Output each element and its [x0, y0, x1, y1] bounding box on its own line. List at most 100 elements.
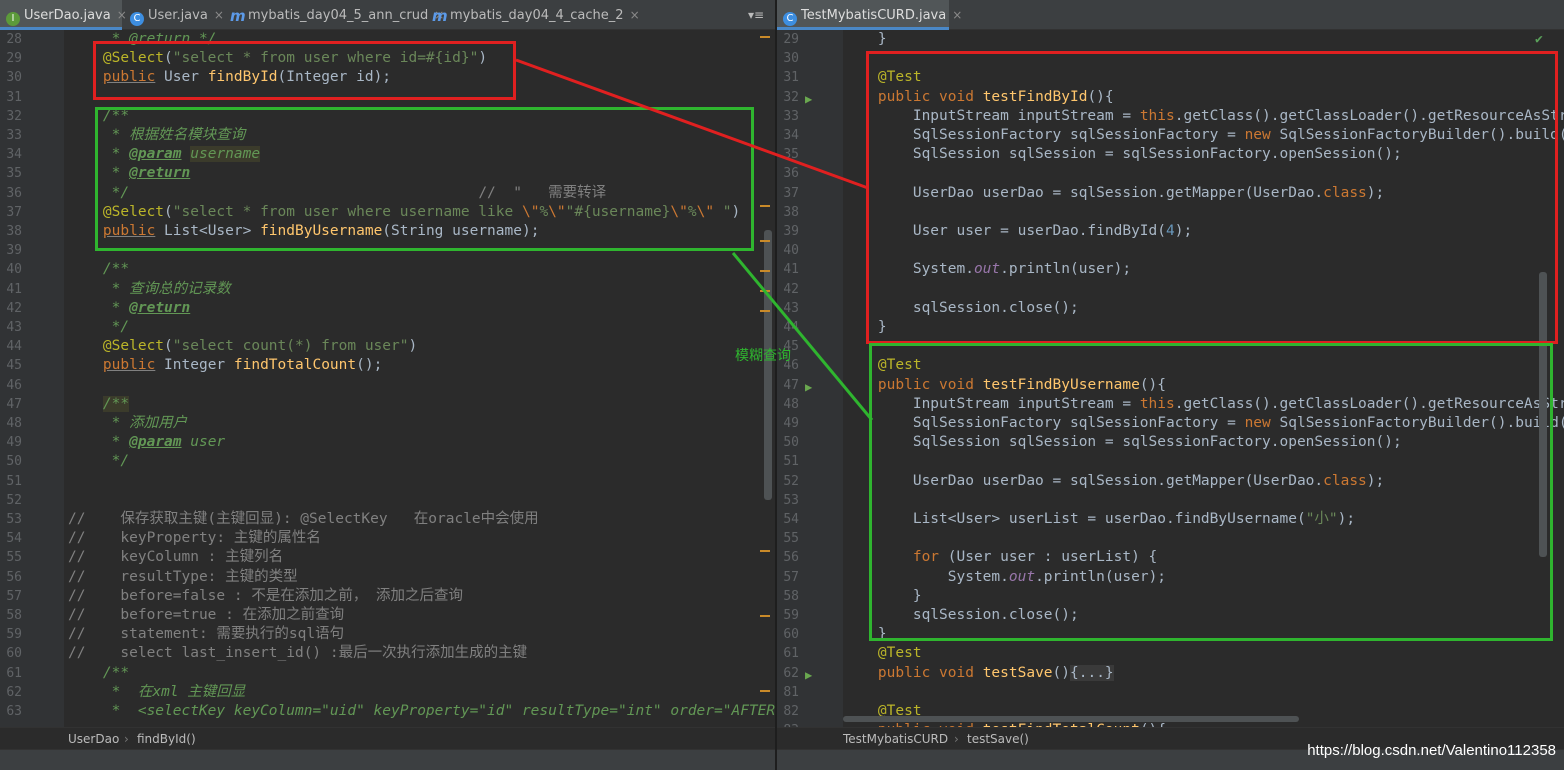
code-line[interactable]: 32 ▶ public void testFindById(){ [777, 88, 1564, 107]
code-line[interactable]: 42 * @return [0, 299, 775, 318]
code-line[interactable]: 46 [0, 376, 775, 395]
code-line[interactable]: 34 SqlSessionFactory sqlSessionFactory =… [777, 126, 1564, 145]
code-line[interactable]: 59 // statement: 需要执行的sql语句 [0, 625, 775, 644]
code-line[interactable]: 50 SqlSession sqlSession = sqlSessionFac… [777, 433, 1564, 452]
code-line[interactable]: 55 [777, 529, 1564, 548]
code-line[interactable]: 57 System.out.println(user); [777, 568, 1564, 587]
code-line[interactable]: 81 [777, 683, 1564, 702]
run-test-icon[interactable]: ▶ [805, 378, 819, 394]
warning-marker [760, 36, 770, 38]
close-icon[interactable]: × [952, 8, 962, 22]
breadcrumb-item[interactable]: testSave() [967, 728, 1029, 750]
code-line[interactable]: 47 ▶ public void testFindByUsername(){ [777, 376, 1564, 395]
code-line[interactable]: 53 // 保存获取主键(主键回显): @SelectKey 在oracle中会使… [0, 510, 775, 529]
code-line[interactable]: 49 * @param user [0, 433, 775, 452]
close-icon[interactable]: × [214, 8, 224, 22]
code-line[interactable]: 43 */ [0, 318, 775, 337]
code-line[interactable]: 56 for (User user : userList) { [777, 548, 1564, 567]
code-line[interactable]: 48 InputStream inputStream = this.getCla… [777, 395, 1564, 414]
code-line[interactable]: 38 public List<User> findByUsername(Stri… [0, 222, 775, 241]
tab-cache-2[interactable]: m mybatis_day04_4_cache_2 × [426, 0, 640, 30]
code-line[interactable]: 31 [0, 88, 775, 107]
left-code-area[interactable]: 28 * @return */29 @Select("select * from… [0, 30, 775, 727]
line-number: 52 [6, 492, 22, 508]
code-line[interactable]: 52 [0, 491, 775, 510]
code-line[interactable]: 30 [777, 49, 1564, 68]
code-line[interactable]: 49 SqlSessionFactory sqlSessionFactory =… [777, 414, 1564, 433]
code-line[interactable]: 45 public Integer findTotalCount(); [0, 356, 775, 375]
code-line[interactable]: 34 * @param username [0, 145, 775, 164]
code-line[interactable]: 45 [777, 337, 1564, 356]
right-code-area[interactable]: 29 } 30 31 @Test 32 ▶ public void testFindBy… [777, 30, 1564, 739]
code-line[interactable]: 41 * 查询总的记录数 [0, 280, 775, 299]
code-line[interactable]: 48 * 添加用户 [0, 414, 775, 433]
code-line[interactable]: 58 // before=true : 在添加之前查询 [0, 606, 775, 625]
tab-testmybatiscurd[interactable]: C TestMybatisCURD.java × [777, 0, 962, 30]
code-line[interactable]: 29 @Select("select * from user where id=… [0, 49, 775, 68]
code-line[interactable]: 39 User user = userDao.findById(4); [777, 222, 1564, 241]
run-test-icon[interactable]: ▶ [805, 90, 819, 106]
code-line[interactable]: 58 } [777, 587, 1564, 606]
code-line[interactable]: 43 sqlSession.close(); [777, 299, 1564, 318]
code-line[interactable]: 33 InputStream inputStream = this.getCla… [777, 107, 1564, 126]
code-line[interactable]: 30 public User findById(Integer id); [0, 68, 775, 87]
breadcrumb-item[interactable]: TestMybatisCURD [843, 728, 948, 750]
right-h-scrollbar[interactable] [843, 716, 1299, 722]
code-line[interactable]: 53 [777, 491, 1564, 510]
inspection-ok-icon[interactable]: ✔ [1535, 32, 1543, 47]
code-line[interactable]: 54 List<User> userList = userDao.findByU… [777, 510, 1564, 529]
code-line[interactable]: 59 sqlSession.close(); [777, 606, 1564, 625]
line-number: 61 [6, 665, 22, 681]
code-text: UserDao userDao = sqlSession.getMapper(U… [843, 184, 1385, 201]
code-line[interactable]: 31 @Test [777, 68, 1564, 87]
code-line[interactable]: 36 */ // " 需要转译 [0, 184, 775, 203]
code-line[interactable]: 32 /** [0, 107, 775, 126]
code-line[interactable]: 37 @Select("select * from user where use… [0, 203, 775, 222]
tab-ann-crud[interactable]: m mybatis_day04_5_ann_crud × [224, 0, 444, 30]
code-line[interactable]: 35 SqlSession sqlSession = sqlSessionFac… [777, 145, 1564, 164]
right-scrollbar[interactable] [1539, 272, 1547, 557]
code-line[interactable]: 35 * @return [0, 164, 775, 183]
code-line[interactable]: 47 /** [0, 395, 775, 414]
code-line[interactable]: 28 * @return */ [0, 30, 775, 49]
code-line[interactable]: 51 [777, 452, 1564, 471]
code-line[interactable]: 54 // keyProperty: 主键的属性名 [0, 529, 775, 548]
code-line[interactable]: 44 } [777, 318, 1564, 337]
code-line[interactable]: 60 } [777, 625, 1564, 644]
code-line[interactable]: 36 [777, 164, 1564, 183]
code-line[interactable]: 52 UserDao userDao = sqlSession.getMappe… [777, 472, 1564, 491]
code-line[interactable]: 63 * <selectKey keyColumn="uid" keyPrope… [0, 702, 775, 721]
code-line[interactable]: 56 // resultType: 主键的类型 [0, 568, 775, 587]
code-line[interactable]: 51 [0, 472, 775, 491]
code-line[interactable]: 46 @Test [777, 356, 1564, 375]
code-line[interactable]: 40 /** [0, 260, 775, 279]
code-line[interactable]: 62 ▶ public void testSave(){...} [777, 664, 1564, 683]
code-line[interactable]: 57 // before=false : 不是在添加之前， 添加之后查询 [0, 587, 775, 606]
code-text: SqlSession sqlSession = sqlSessionFactor… [843, 434, 1402, 451]
code-text: public void testFindById(){ [877, 88, 1114, 105]
code-line[interactable]: 29 } [777, 30, 1564, 49]
code-line[interactable]: 61 /** [0, 664, 775, 683]
code-line[interactable]: 55 // keyColumn : 主键列名 [0, 548, 775, 567]
code-line[interactable]: 62 * 在xml 主键回显 [0, 683, 775, 702]
code-line[interactable]: 40 [777, 241, 1564, 260]
breadcrumb-item[interactable]: findById() [137, 728, 196, 750]
close-icon[interactable]: × [630, 8, 640, 22]
code-line[interactable]: 61 @Test [777, 644, 1564, 663]
tab-user[interactable]: C User.java × [124, 0, 224, 30]
code-line[interactable]: 42 [777, 280, 1564, 299]
tab-list-menu-icon[interactable]: ▾≡ [748, 0, 764, 30]
code-line[interactable]: 39 [0, 241, 775, 260]
line-number: 60 [6, 646, 22, 662]
code-line[interactable]: 33 * 根据姓名模块查询 [0, 126, 775, 145]
breadcrumb-item[interactable]: UserDao [68, 728, 119, 750]
code-line[interactable]: 44 @Select("select count(*) from user") [0, 337, 775, 356]
line-number: 48 [6, 416, 22, 431]
code-line[interactable]: 60 // select last_insert_id() :最后一次执行添加生成… [0, 644, 775, 663]
code-line[interactable]: 38 [777, 203, 1564, 222]
code-line[interactable]: 37 UserDao userDao = sqlSession.getMappe… [777, 184, 1564, 203]
code-line[interactable]: 41 System.out.println(user); [777, 260, 1564, 279]
run-test-icon[interactable]: ▶ [805, 666, 819, 682]
code-line[interactable]: 50 */ [0, 452, 775, 471]
tab-userdao[interactable]: I UserDao.java × [0, 0, 127, 30]
